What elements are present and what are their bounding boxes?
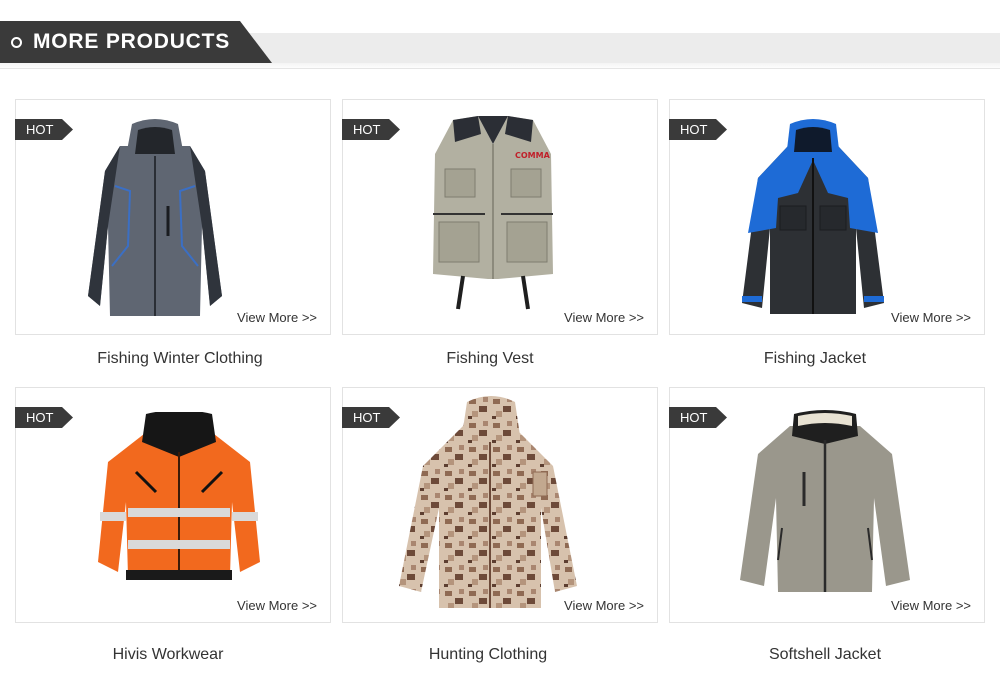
product-image-hivis-jacket[interactable] [96, 412, 262, 584]
product-name[interactable]: Fishing Vest [325, 350, 655, 368]
vest-logo-text: COMMA [515, 151, 551, 160]
view-more-link[interactable]: View More >> [237, 598, 317, 613]
product-image-fishing-jacket[interactable] [738, 118, 888, 316]
product-card-fishing-jacket[interactable]: HOT View More >> [669, 99, 985, 335]
hot-badge: HOT [342, 119, 400, 140]
product-card-hunting-clothing[interactable]: HOT View More >> [342, 387, 658, 623]
view-more-link[interactable]: View More >> [564, 598, 644, 613]
product-card-fishing-winter-clothing[interactable]: HOT View More >> [15, 99, 331, 335]
hot-badge: HOT [342, 407, 400, 428]
hot-badge: HOT [15, 407, 73, 428]
section-header-divider [0, 68, 1000, 69]
view-more-link[interactable]: View More >> [891, 598, 971, 613]
product-image-winter-jacket[interactable] [80, 116, 230, 322]
product-name[interactable]: Fishing Winter Clothing [15, 350, 345, 368]
section-title: MORE PRODUCTS [33, 30, 231, 53]
section-header: MORE PRODUCTS [0, 21, 272, 63]
product-name[interactable]: Hivis Workwear [3, 646, 333, 664]
hot-badge: HOT [669, 407, 727, 428]
product-card-softshell-jacket[interactable]: HOT View More >> [669, 387, 985, 623]
product-name[interactable]: Hunting Clothing [323, 646, 653, 664]
hot-badge: HOT [669, 119, 727, 140]
product-image-softshell-jacket[interactable] [738, 410, 912, 594]
product-image-camo-jacket[interactable] [395, 396, 581, 610]
product-card-hivis-workwear[interactable]: HOT View More >> [15, 387, 331, 623]
product-card-fishing-vest[interactable]: HOT COMMA View More >> [342, 99, 658, 335]
product-name[interactable]: Fishing Jacket [650, 350, 980, 368]
product-image-fishing-vest[interactable]: COMMA [423, 114, 563, 314]
view-more-link[interactable]: View More >> [891, 310, 971, 325]
product-name[interactable]: Softshell Jacket [660, 646, 990, 664]
hot-badge: HOT [15, 119, 73, 140]
view-more-link[interactable]: View More >> [564, 310, 644, 325]
circle-bullet-icon [11, 36, 22, 48]
view-more-link[interactable]: View More >> [237, 310, 317, 325]
